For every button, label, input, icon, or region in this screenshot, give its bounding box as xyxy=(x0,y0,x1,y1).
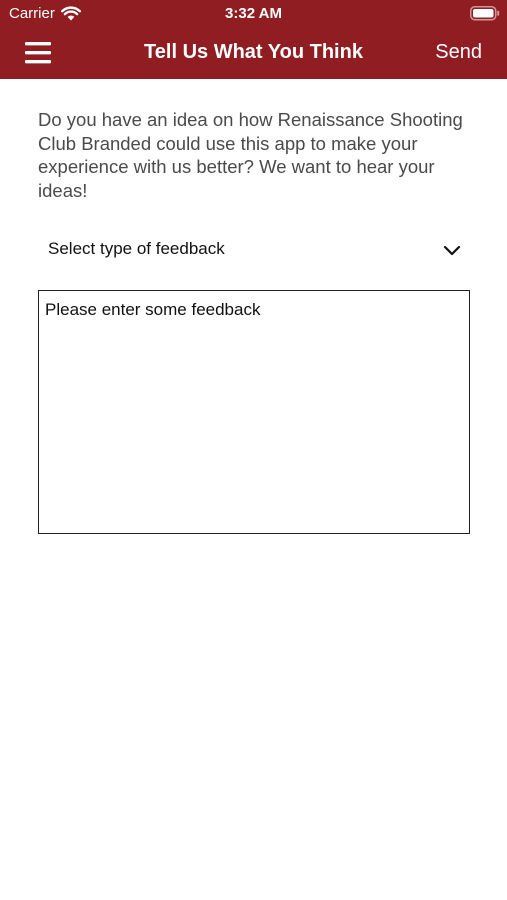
battery-icon xyxy=(470,6,500,21)
app-header: Carrier 3:32 AM Tell Us What You Think S… xyxy=(0,0,507,79)
status-bar: Carrier 3:32 AM xyxy=(0,0,507,28)
send-button[interactable]: Send xyxy=(435,40,482,64)
chevron-down-icon xyxy=(442,242,462,258)
feedback-type-dropdown[interactable]: Select type of feedback xyxy=(38,228,470,272)
nav-bar: Tell Us What You Think Send xyxy=(0,28,507,79)
feedback-input[interactable] xyxy=(38,290,470,534)
page-title: Tell Us What You Think xyxy=(144,41,363,63)
intro-text: Do you have an idea on how Renaissance S… xyxy=(38,109,463,201)
status-time: 3:32 AM xyxy=(225,5,282,22)
feedback-type-label: Select type of feedback xyxy=(48,239,225,258)
